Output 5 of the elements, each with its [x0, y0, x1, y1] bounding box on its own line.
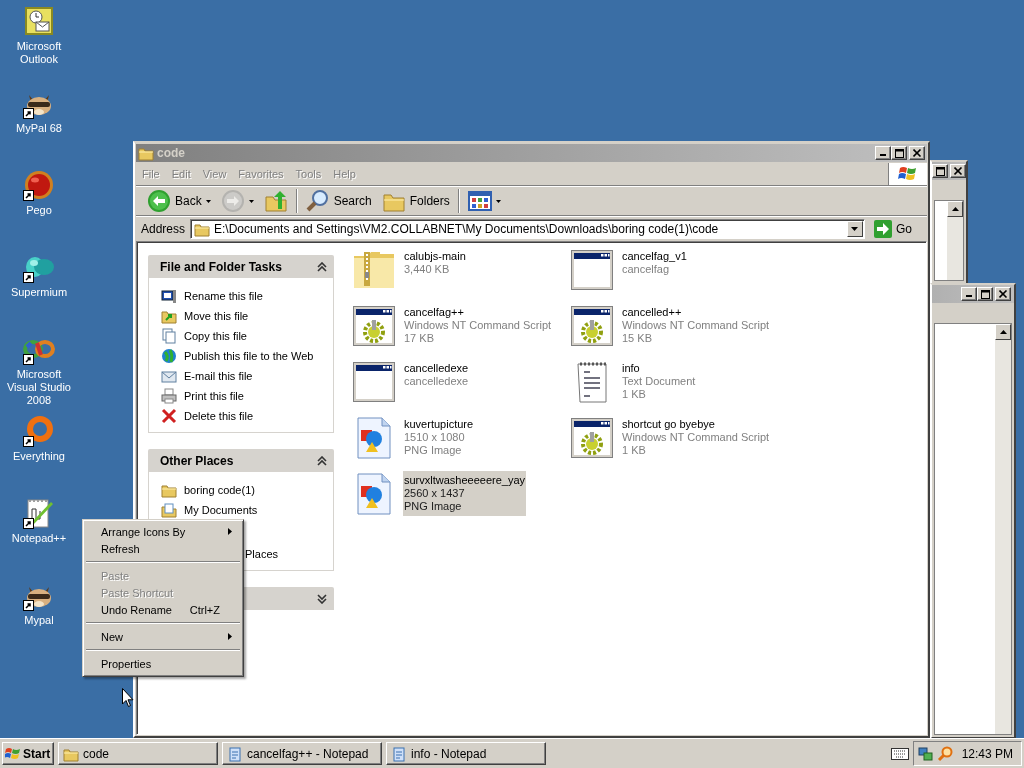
address-label: Address: [140, 222, 187, 236]
clock: 12:43 PM: [961, 746, 1013, 761]
pane-title: Other Places: [160, 453, 234, 468]
window-title: code: [157, 146, 186, 160]
pane-title: File and Folder Tasks: [160, 259, 282, 274]
